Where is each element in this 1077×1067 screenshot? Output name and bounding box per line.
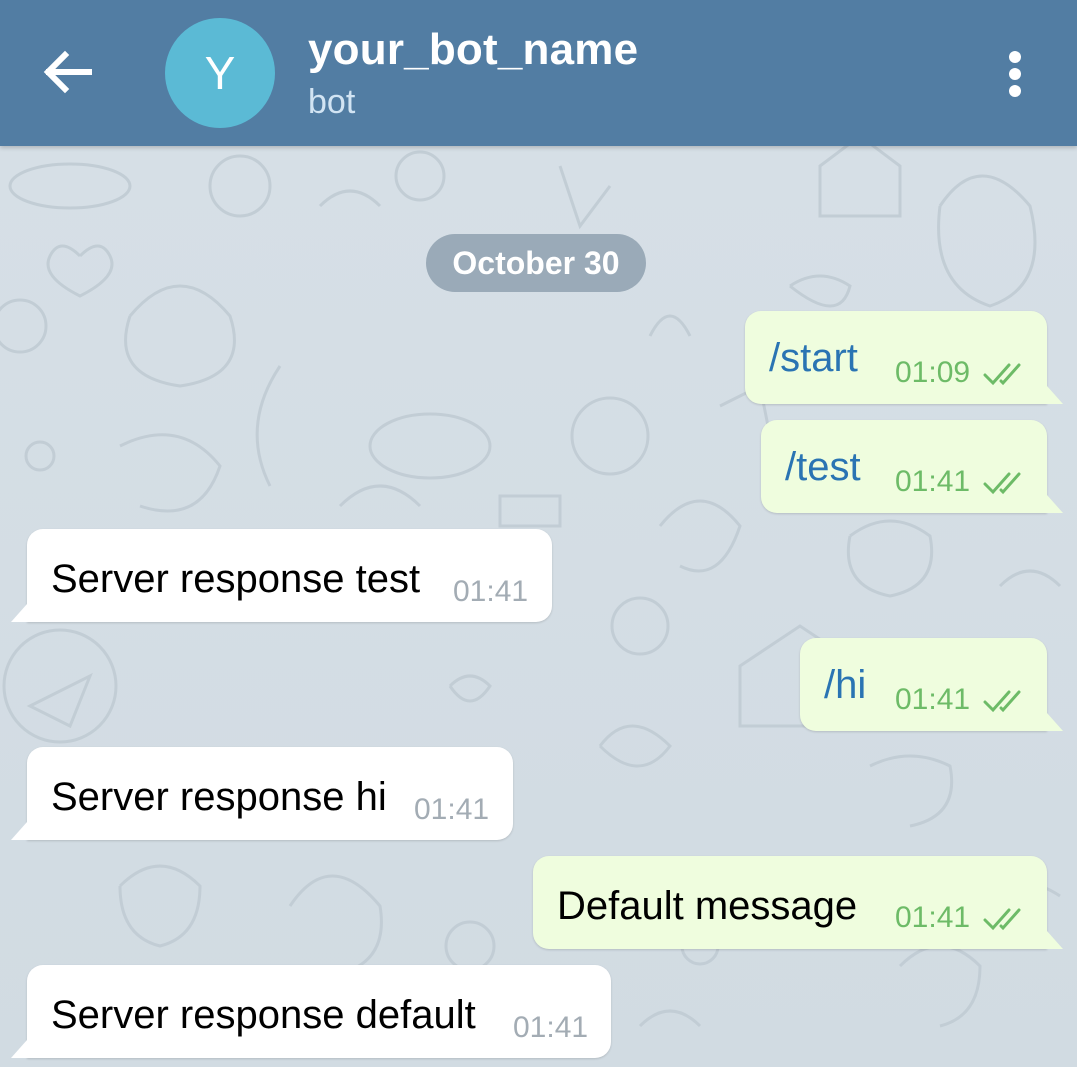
chat-subtitle: bot xyxy=(308,83,356,121)
message-bubble-outgoing[interactable]: /test 01:41 xyxy=(761,420,1063,513)
bubble-tail xyxy=(11,822,27,840)
message-text[interactable]: /hi xyxy=(824,662,866,708)
message-text[interactable]: Server response default xyxy=(51,992,476,1038)
message-text[interactable]: Server response hi xyxy=(51,774,387,820)
message-text[interactable]: /start xyxy=(769,335,858,381)
message-time: 01:41 xyxy=(895,465,971,498)
back-button[interactable] xyxy=(38,42,98,102)
message-bubble-outgoing[interactable]: Default message 01:41 xyxy=(533,856,1063,949)
bubble-tail xyxy=(11,1040,27,1058)
bubble-tail xyxy=(11,604,27,622)
double-check-icon xyxy=(983,908,1021,931)
avatar[interactable]: Y xyxy=(165,18,275,128)
more-vert-icon xyxy=(1009,51,1021,97)
more-menu-button[interactable] xyxy=(990,44,1040,104)
message-bubble-outgoing[interactable]: /hi 01:41 xyxy=(800,638,1063,731)
message-bubble-incoming[interactable]: Server response hi 01:41 xyxy=(11,747,513,840)
message-time: 01:41 xyxy=(895,901,971,934)
message-time: 01:41 xyxy=(453,575,529,608)
message-text[interactable]: /test xyxy=(785,444,861,490)
message-bubble-outgoing[interactable]: /start 01:09 xyxy=(745,311,1063,404)
double-check-icon xyxy=(983,472,1021,495)
bubble-tail xyxy=(1047,713,1063,731)
double-check-icon xyxy=(983,363,1021,386)
chat-header: Y your_bot_name bot xyxy=(0,0,1077,146)
arrow-left-icon xyxy=(43,50,92,94)
message-bubble-incoming[interactable]: Server response test 01:41 xyxy=(11,529,552,622)
message-time: 01:41 xyxy=(414,793,490,826)
message-time: 01:41 xyxy=(895,683,971,716)
message-time: 01:09 xyxy=(895,356,971,389)
bubble-tail xyxy=(1047,495,1063,513)
chat-title[interactable]: your_bot_name xyxy=(308,24,638,76)
message-bubble-incoming[interactable]: Server response default 01:41 xyxy=(11,965,611,1058)
date-separator: October 30 xyxy=(426,234,646,292)
double-check-icon xyxy=(983,690,1021,713)
message-text[interactable]: Default message xyxy=(557,883,857,929)
message-text[interactable]: Server response test xyxy=(51,556,420,602)
message-time: 01:41 xyxy=(513,1011,589,1044)
message-list[interactable]: October 30 /start 01:09 /test 01:41 Serv… xyxy=(0,146,1077,1067)
avatar-letter: Y xyxy=(204,47,236,99)
bubble-tail xyxy=(1047,386,1063,404)
bubble-tail xyxy=(1047,931,1063,949)
